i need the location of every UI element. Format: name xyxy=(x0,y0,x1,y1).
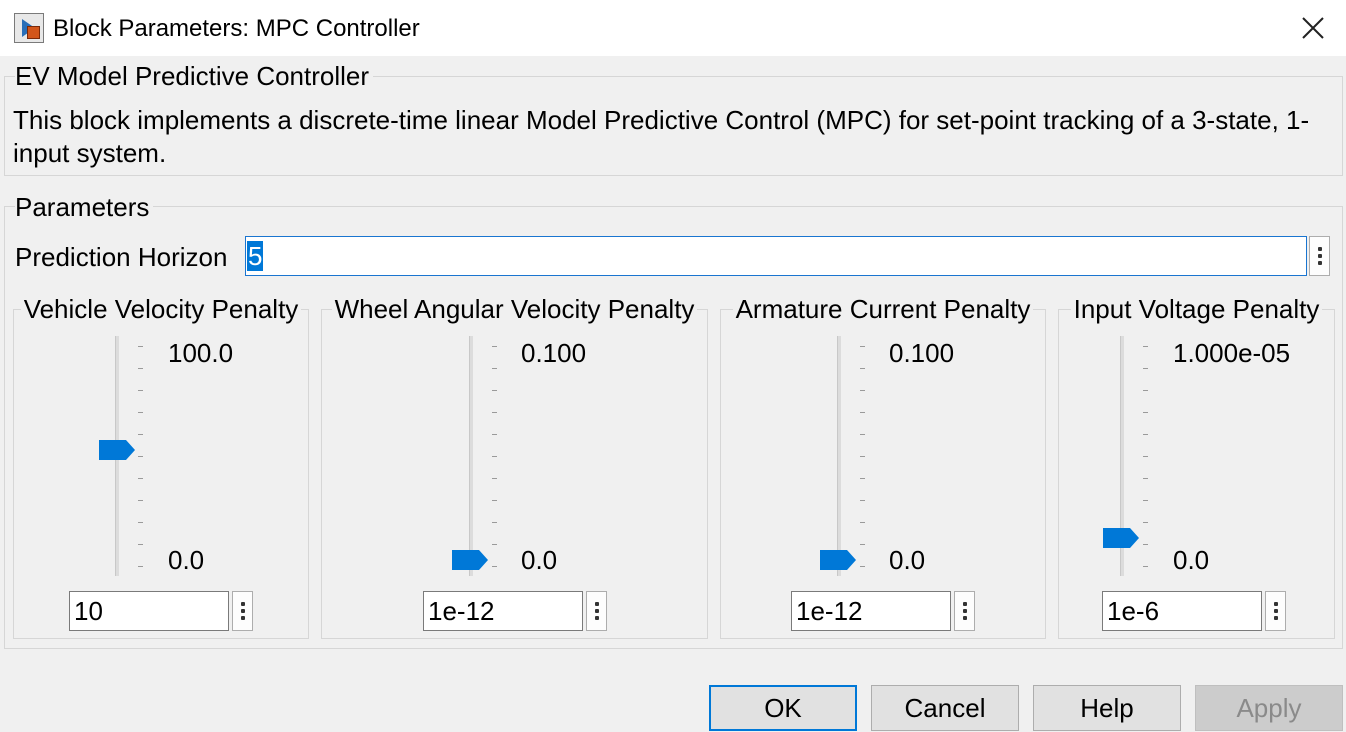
slider-tick xyxy=(138,500,143,501)
title-bar: Block Parameters: MPC Controller xyxy=(0,0,1346,56)
slider-value-input[interactable] xyxy=(423,591,583,631)
slider-tick xyxy=(860,346,865,347)
slider-tick xyxy=(860,390,865,391)
slider-thumb[interactable] xyxy=(819,549,857,571)
slider-tick xyxy=(860,434,865,435)
slider-panel-wheel-angular-velocity: Wheel Angular Velocity Penalty 0.100 0.0 xyxy=(321,294,708,639)
slider-tick xyxy=(1143,390,1148,391)
slider-tick xyxy=(492,456,497,457)
slider-value-input[interactable] xyxy=(69,591,229,631)
slider-panel-armature-current: Armature Current Penalty 0.100 0.0 xyxy=(720,294,1046,639)
slider-min-label: 0.0 xyxy=(889,545,926,575)
slider-tick xyxy=(492,412,497,413)
slider-title: Input Voltage Penalty xyxy=(1059,294,1334,324)
slider-tick xyxy=(860,566,865,567)
slider-track[interactable] xyxy=(837,336,841,576)
slider-tick xyxy=(492,544,497,545)
slider-options-button[interactable] xyxy=(1265,591,1286,631)
slider-tick xyxy=(1143,544,1148,545)
slider-tick xyxy=(138,346,143,347)
slider-tick xyxy=(492,368,497,369)
ok-button[interactable]: OK xyxy=(709,685,857,731)
slider-tick xyxy=(138,478,143,479)
slider-max-label: 100.0 xyxy=(168,338,234,368)
slider-max-label: 0.100 xyxy=(521,338,587,368)
simulink-block-icon xyxy=(14,13,44,43)
prediction-horizon-label: Prediction Horizon xyxy=(15,242,228,272)
slider-tick xyxy=(138,368,143,369)
slider-tick xyxy=(492,434,497,435)
slider-tick xyxy=(1143,500,1148,501)
slider-tick xyxy=(492,522,497,523)
slider-tick xyxy=(138,544,143,545)
slider-thumb[interactable] xyxy=(98,439,136,461)
slider-tick xyxy=(1143,566,1148,567)
slider-tick xyxy=(860,544,865,545)
slider-tick xyxy=(860,456,865,457)
slider-tick xyxy=(492,566,497,567)
slider-ticks xyxy=(492,346,498,567)
slider-min-label: 0.0 xyxy=(168,545,205,575)
slider-tick xyxy=(138,566,143,567)
slider-tick xyxy=(860,412,865,413)
slider-ticks xyxy=(860,346,866,567)
prediction-horizon-input[interactable] xyxy=(245,236,1307,276)
slider-track[interactable] xyxy=(469,336,473,576)
slider-tick xyxy=(1143,478,1148,479)
slider-tick xyxy=(138,390,143,391)
slider-tick xyxy=(860,368,865,369)
slider-panel-vehicle-velocity: Vehicle Velocity Penalty 100.0 0.0 xyxy=(13,294,309,639)
slider-tick xyxy=(492,390,497,391)
slider-tick xyxy=(138,412,143,413)
slider-tick xyxy=(1143,522,1148,523)
prediction-horizon-options-button[interactable] xyxy=(1309,236,1330,276)
parameters-group-label: Parameters xyxy=(15,192,154,222)
slider-thumb[interactable] xyxy=(1102,527,1140,549)
slider-tick xyxy=(860,500,865,501)
slider-tick xyxy=(138,434,143,435)
apply-button[interactable]: Apply xyxy=(1195,685,1343,731)
slider-min-label: 0.0 xyxy=(521,545,558,575)
slider-tick xyxy=(138,456,143,457)
slider-tick xyxy=(1143,346,1148,347)
slider-tick xyxy=(860,478,865,479)
slider-options-button[interactable] xyxy=(954,591,975,631)
slider-tick xyxy=(1143,456,1148,457)
slider-title: Armature Current Penalty xyxy=(721,294,1045,324)
slider-ticks xyxy=(1143,346,1149,567)
block-description: This block implements a discrete-time li… xyxy=(13,105,1310,168)
slider-max-label: 1.000e-05 xyxy=(1173,338,1291,368)
slider-options-button[interactable] xyxy=(586,591,607,631)
slider-tick xyxy=(1143,412,1148,413)
slider-min-label: 0.0 xyxy=(1173,545,1210,575)
slider-value-input[interactable] xyxy=(1102,591,1262,631)
slider-panel-input-voltage: Input Voltage Penalty 1.000e-05 0.0 xyxy=(1058,294,1335,639)
window-title: Block Parameters: MPC Controller xyxy=(53,15,420,42)
slider-max-label: 0.100 xyxy=(889,338,955,368)
slider-options-button[interactable] xyxy=(232,591,253,631)
slider-tick xyxy=(492,346,497,347)
slider-title: Wheel Angular Velocity Penalty xyxy=(322,294,707,324)
slider-value-input[interactable] xyxy=(791,591,951,631)
slider-tick xyxy=(1143,434,1148,435)
slider-tick xyxy=(138,522,143,523)
help-button[interactable]: Help xyxy=(1033,685,1181,731)
slider-tick xyxy=(860,522,865,523)
slider-tick xyxy=(1143,368,1148,369)
close-icon[interactable] xyxy=(1293,8,1333,48)
slider-thumb[interactable] xyxy=(451,549,489,571)
prediction-horizon-selected-text: 5 xyxy=(247,241,264,271)
slider-ticks xyxy=(138,346,144,567)
description-group-label: EV Model Predictive Controller xyxy=(15,61,374,91)
slider-tick xyxy=(492,500,497,501)
cancel-button[interactable]: Cancel xyxy=(871,685,1019,731)
slider-tick xyxy=(492,478,497,479)
slider-title: Vehicle Velocity Penalty xyxy=(14,294,308,324)
